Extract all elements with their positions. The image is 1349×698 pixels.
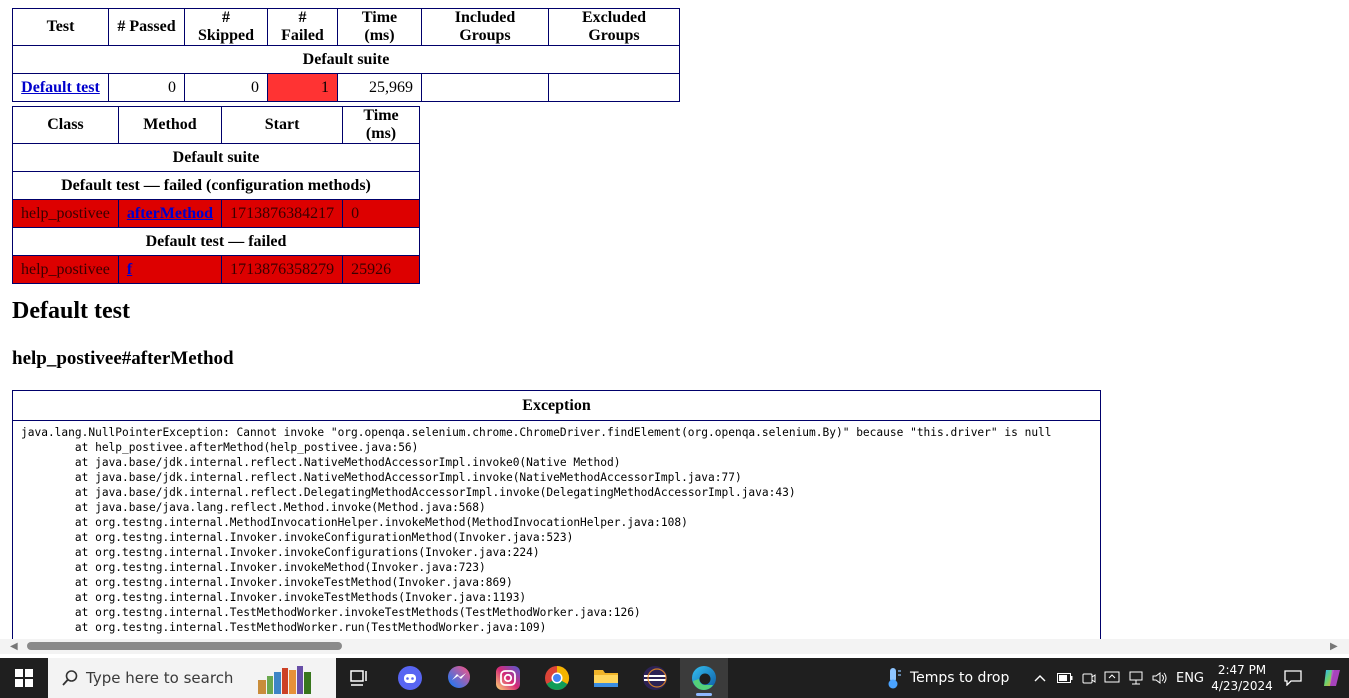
passed-count: 0: [108, 73, 185, 102]
col-skipped: # Skipped: [184, 8, 268, 46]
thermometer-icon: [888, 668, 901, 689]
config-method-row: help_postivee afterMethod 1713876384217 …: [12, 199, 420, 228]
col-time: Time (ms): [337, 8, 422, 46]
start-button[interactable]: [0, 658, 48, 698]
weather-widget[interactable]: Temps to drop: [884, 658, 1024, 698]
test-time: 25926: [342, 255, 420, 284]
file-explorer-icon[interactable]: [582, 658, 630, 698]
eclipse-icon[interactable]: [631, 658, 679, 698]
camera-icon[interactable]: [1079, 658, 1099, 698]
f-method-link[interactable]: f: [127, 261, 132, 278]
discord-icon[interactable]: [386, 658, 434, 698]
default-test-link[interactable]: Default test: [21, 79, 100, 96]
col-start: Start: [221, 106, 344, 144]
windows-logo-icon: [15, 669, 33, 687]
col-passed: # Passed: [108, 8, 185, 46]
search-icon: [60, 668, 80, 688]
test-start: 1713876358279: [221, 255, 344, 284]
config-time: 0: [342, 199, 420, 228]
test-method-row: help_postivee f 1713876358279 25926: [12, 255, 420, 284]
config-method-cell: afterMethod: [117, 199, 223, 228]
instagram-icon[interactable]: [484, 658, 532, 698]
clock-date: 4/23/2024: [1211, 679, 1273, 693]
messenger-icon[interactable]: [435, 658, 483, 698]
time-value: 25,969: [337, 73, 422, 102]
suite-label: Default suite: [12, 45, 680, 74]
col-method: Method: [117, 106, 223, 144]
test-section-label: Default test — failed: [12, 227, 420, 256]
network-icon[interactable]: [1126, 658, 1148, 698]
after-method-link[interactable]: afterMethod: [127, 205, 213, 222]
report-viewport: Test # Passed # Skipped # Failed Time (m…: [0, 0, 1349, 639]
clock-time: 2:47 PM: [1217, 663, 1267, 677]
search-placeholder: Type here to search: [86, 669, 234, 687]
device-sync-icon[interactable]: [1102, 658, 1122, 698]
battery-icon[interactable]: [1055, 658, 1075, 698]
summary-row: Default test 0 0 1 25,969: [12, 73, 680, 102]
test-heading: Default test: [12, 298, 130, 324]
notifications-icon[interactable]: [1278, 658, 1308, 698]
scroll-right-icon[interactable]: ▶: [1330, 641, 1338, 652]
included-groups-value: [421, 73, 549, 102]
col-included-groups: Included Groups: [421, 8, 549, 46]
scrollbar-thumb[interactable]: [27, 642, 342, 650]
col-failed: # Failed: [267, 8, 338, 46]
test-class: help_postivee: [12, 255, 119, 284]
taskbar: Type here to search Temps to drop ENG 2:…: [0, 658, 1349, 698]
task-view-icon[interactable]: [336, 658, 384, 698]
col-excluded-groups: Excluded Groups: [548, 8, 680, 46]
edge-icon[interactable]: [680, 658, 728, 698]
config-class: help_postivee: [12, 199, 119, 228]
config-start: 1713876384217: [221, 199, 344, 228]
config-section-label: Default test — failed (configuration met…: [12, 171, 420, 200]
system-clock[interactable]: 2:47 PM 4/23/2024: [1207, 658, 1277, 698]
skipped-count: 0: [184, 73, 268, 102]
search-highlight-books-icon: [258, 664, 311, 694]
exception-stacktrace: java.lang.NullPointerException: Cannot i…: [21, 426, 1052, 634]
excluded-groups-value: [548, 73, 680, 102]
chrome-icon[interactable]: [533, 658, 581, 698]
summary-header-row: Test # Passed # Skipped # Failed Time (m…: [12, 8, 680, 46]
methods-table: Class Method Start Time (ms) Default sui…: [12, 106, 420, 284]
col-class: Class: [12, 106, 119, 144]
exception-box: Exception java.lang.NullPointerException…: [12, 390, 1101, 639]
test-method-cell: f: [117, 255, 223, 284]
exception-header: Exception: [13, 391, 1100, 421]
language-indicator[interactable]: ENG: [1174, 658, 1206, 698]
col-time-ms: Time (ms): [342, 106, 420, 144]
show-hidden-icons-chevron-icon[interactable]: [1030, 658, 1050, 698]
method-heading: help_postivee#afterMethod: [12, 348, 234, 369]
scroll-left-icon[interactable]: ◀: [10, 641, 18, 652]
methods-suite-label: Default suite: [12, 143, 420, 172]
test-cell: Default test: [12, 73, 109, 102]
horizontal-scrollbar[interactable]: ◀ ▶: [0, 639, 1349, 654]
copilot-icon[interactable]: [1318, 658, 1348, 698]
methods-header-row: Class Method Start Time (ms): [12, 106, 420, 144]
volume-icon[interactable]: [1150, 658, 1170, 698]
taskbar-search-box[interactable]: Type here to search: [48, 658, 336, 698]
summary-table: Test # Passed # Skipped # Failed Time (m…: [12, 8, 680, 102]
weather-text: Temps to drop: [910, 670, 1010, 686]
failed-count: 1: [267, 73, 338, 102]
col-test: Test: [12, 8, 109, 46]
